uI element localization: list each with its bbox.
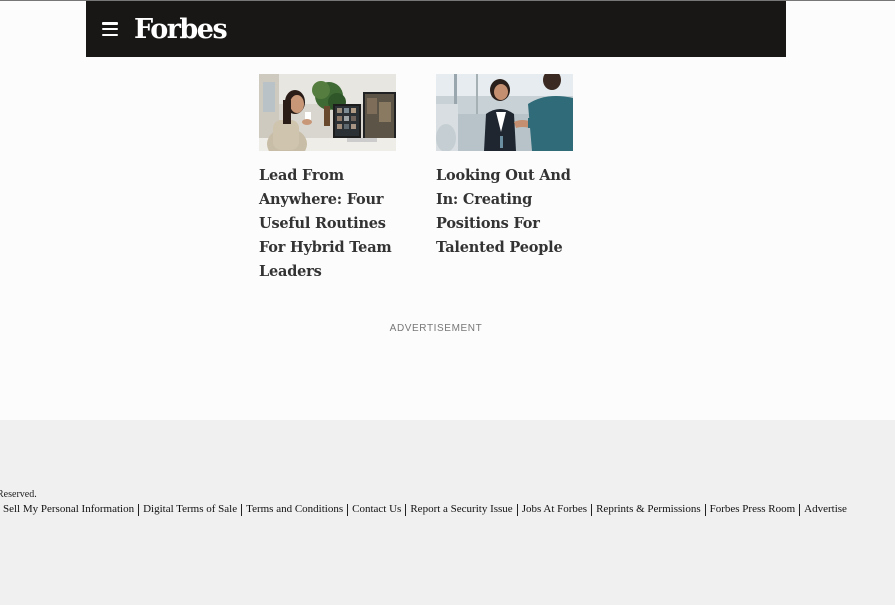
footer-link-contact-us[interactable]: Contact Us bbox=[352, 503, 401, 516]
article-headline[interactable]: Lead From Anywhere: Four Useful Routines… bbox=[259, 164, 396, 284]
footer-link-sell-personal-info[interactable]: Sell My Personal Information bbox=[3, 503, 134, 516]
article-thumbnail[interactable] bbox=[259, 74, 396, 151]
link-separator bbox=[405, 504, 407, 516]
footer-link-terms-conditions[interactable]: Terms and Conditions bbox=[246, 503, 343, 516]
footer-link-jobs[interactable]: Jobs At Forbes bbox=[522, 503, 587, 516]
link-separator bbox=[516, 504, 518, 516]
footer-link-press-room[interactable]: Forbes Press Room bbox=[710, 503, 796, 516]
footer-link-report-security[interactable]: Report a Security Issue bbox=[410, 503, 512, 516]
business-handshake-photo bbox=[436, 74, 573, 151]
woman-at-desk-video-call-photo bbox=[259, 74, 396, 151]
link-separator bbox=[138, 504, 140, 516]
footer-link-digital-terms[interactable]: Digital Terms of Sale bbox=[143, 503, 237, 516]
article-card[interactable]: Lead From Anywhere: Four Useful Routines… bbox=[259, 74, 396, 284]
link-separator bbox=[591, 504, 593, 516]
link-separator bbox=[799, 504, 801, 516]
site-footer: Reserved. Sell My Personal Information D… bbox=[0, 420, 895, 605]
footer-link-advertise[interactable]: Advertise bbox=[804, 503, 847, 516]
link-separator bbox=[347, 504, 349, 516]
link-separator bbox=[704, 504, 706, 516]
footer-links: Sell My Personal Information Digital Ter… bbox=[3, 503, 847, 516]
article-thumbnail[interactable] bbox=[436, 74, 573, 151]
advertisement-label: ADVERTISEMENT bbox=[389, 323, 483, 334]
forbes-logo[interactable]: Forbes bbox=[134, 16, 228, 43]
link-separator bbox=[241, 504, 243, 516]
article-headline[interactable]: Looking Out And In: Creating Positions F… bbox=[436, 164, 573, 260]
hamburger-menu-icon[interactable] bbox=[102, 22, 118, 36]
copyright-text: Reserved. bbox=[0, 489, 37, 500]
article-card[interactable]: Looking Out And In: Creating Positions F… bbox=[436, 74, 573, 260]
site-header: Forbes bbox=[86, 1, 786, 57]
footer-link-reprints[interactable]: Reprints & Permissions bbox=[596, 503, 701, 516]
